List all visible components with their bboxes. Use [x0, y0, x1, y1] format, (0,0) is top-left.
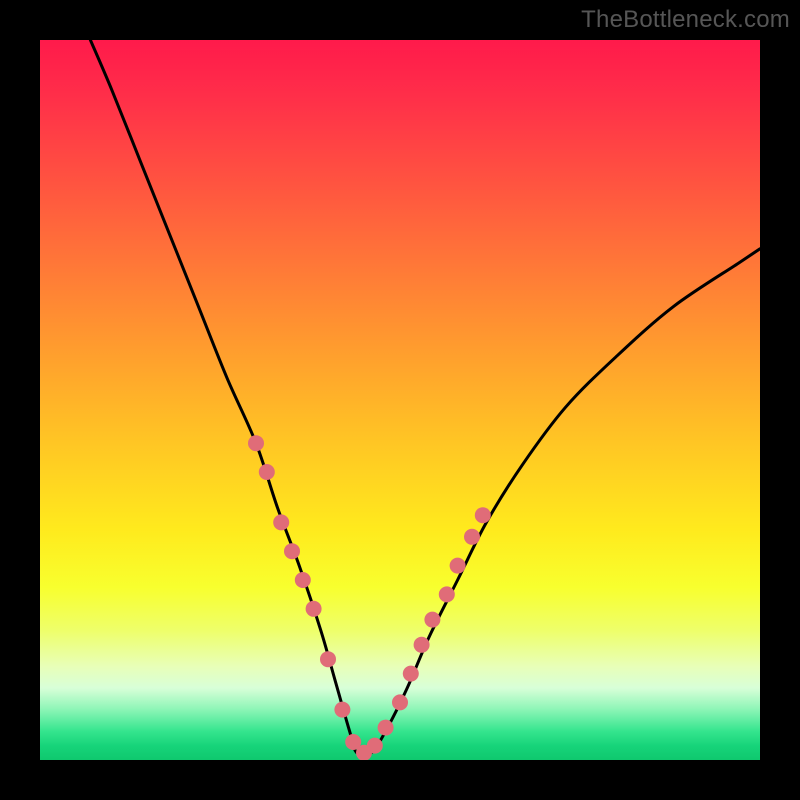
curve-marker-dot	[392, 694, 408, 710]
curve-marker-dot	[306, 601, 322, 617]
curve-marker-dot	[259, 464, 275, 480]
curve-marker-dot	[424, 612, 440, 628]
curve-marker-dot	[475, 507, 491, 523]
curve-marker-dot	[248, 435, 264, 451]
curve-marker-dot	[414, 637, 430, 653]
watermark-text: TheBottleneck.com	[581, 6, 790, 34]
curve-marker-dot	[450, 558, 466, 574]
curve-marker-dot	[273, 514, 289, 530]
curve-markers	[248, 435, 491, 760]
curve-marker-dot	[320, 651, 336, 667]
curve-marker-dot	[295, 572, 311, 588]
curve-marker-dot	[403, 666, 419, 682]
curve-marker-dot	[284, 543, 300, 559]
curve-layer	[40, 40, 760, 760]
curve-marker-dot	[367, 738, 383, 754]
curve-marker-dot	[439, 586, 455, 602]
plot-area	[40, 40, 760, 760]
curve-marker-dot	[378, 720, 394, 736]
chart-frame: TheBottleneck.com	[0, 0, 800, 800]
curve-marker-dot	[464, 529, 480, 545]
curve-marker-dot	[334, 702, 350, 718]
